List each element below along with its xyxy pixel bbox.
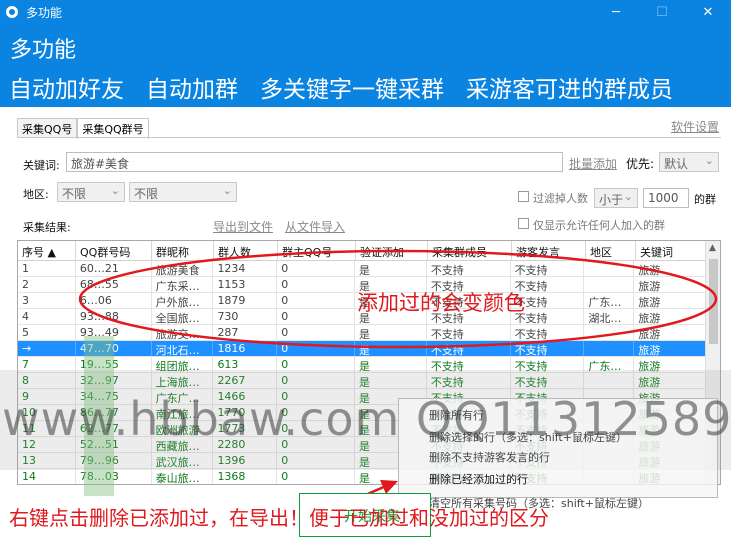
menu-delete-no-guest-rows[interactable]: 删除不支持游客发言的行	[429, 449, 550, 465]
watermark-text: www.hbbaw.com QQ113125898​5	[2, 392, 731, 446]
app-window: 多功能 ─ ☐ ✕ 多功能 自动加好友 自动加群 多关键字一键采群 采游客可进的…	[0, 0, 731, 559]
annotation-color-change: 添加过的会变颜色	[357, 291, 525, 315]
menu-delete-added-rows[interactable]: 删除已经添加过的行	[429, 471, 528, 487]
annotation-instructions: 右键点击删除已添加过，在导出！便于已加过和没加过的区分	[9, 506, 549, 530]
